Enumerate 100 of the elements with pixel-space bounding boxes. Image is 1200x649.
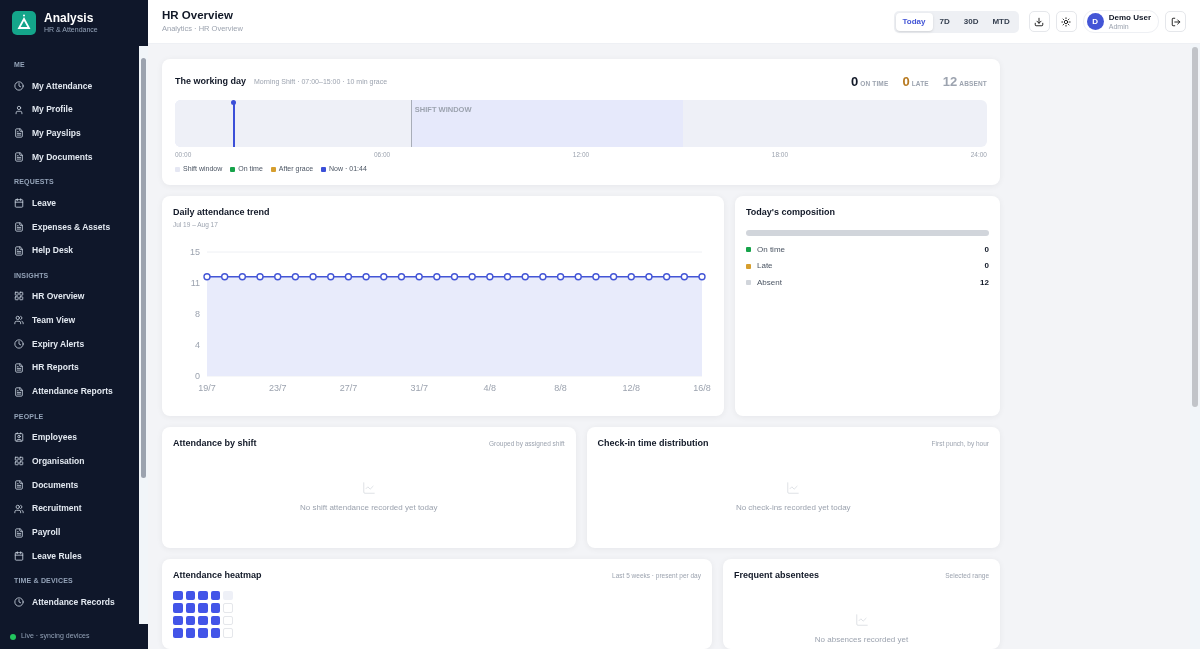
y-tick: 8 (195, 309, 200, 320)
heatmap-cell (185, 628, 195, 638)
nav-item[interactable]: Attendance Reports (0, 379, 139, 404)
data-point (309, 273, 317, 281)
nav-item[interactable]: HR Reports (0, 355, 139, 380)
data-point (521, 273, 529, 281)
data-point (221, 273, 229, 281)
user-icon (14, 104, 24, 115)
chart-icon (786, 480, 801, 495)
card-title: Attendance by shift (173, 437, 258, 450)
heatmap-cell (198, 603, 208, 613)
heatmap-cell (185, 590, 195, 600)
range-tab[interactable]: MTD (985, 12, 1017, 31)
x-tick: 31/7 (410, 383, 428, 394)
nav-item[interactable]: Team View (0, 308, 139, 333)
chart-icon (361, 480, 376, 495)
calendar-icon (14, 551, 24, 562)
heatmap-cell (210, 628, 220, 638)
data-point (344, 273, 353, 281)
nav-item[interactable]: Leave Rules (0, 544, 139, 569)
heatmap-cell (173, 590, 183, 600)
document-icon (14, 221, 24, 232)
card-title: Today's composition (746, 206, 836, 219)
document-icon (14, 362, 24, 373)
y-tick: 4 (195, 340, 200, 351)
data-point (680, 273, 689, 281)
nav-item[interactable]: Employees (0, 425, 139, 450)
document-icon (14, 128, 24, 139)
nav-item[interactable]: Documents (0, 473, 139, 497)
logo-icon (12, 11, 36, 35)
nav-item[interactable]: Attendance Records (0, 590, 139, 615)
nav-item[interactable]: Leave (0, 191, 139, 215)
data-point (609, 273, 618, 281)
users-icon (14, 503, 24, 514)
user-name: Demo User (1108, 12, 1151, 22)
brand-title: Analysis (44, 11, 95, 25)
x-tick: 4/8 (483, 383, 497, 394)
heatmap-cell (210, 603, 220, 613)
range-tab[interactable]: 30D (956, 12, 986, 31)
download-icon (1034, 16, 1045, 27)
x-tick: 27/7 (339, 383, 358, 394)
x-tick: 19/7 (198, 383, 216, 394)
clock-icon (14, 339, 24, 350)
nav-item[interactable]: Organisation (0, 449, 139, 474)
data-point (468, 273, 476, 281)
heatmap-cell (210, 590, 220, 600)
data-point (397, 273, 406, 281)
nav-item[interactable]: Help Desk (0, 238, 139, 263)
legend-count: 0 (984, 243, 989, 256)
stat-value: 0 (902, 73, 910, 91)
nav-item[interactable]: My Payslips (0, 121, 139, 146)
card-title: Check-in time distribution (597, 437, 710, 450)
heatmap-cell (198, 628, 208, 638)
download-button[interactable] (1028, 11, 1050, 32)
heatmap-cell (223, 615, 233, 625)
data-point (539, 273, 547, 281)
document-icon (14, 527, 24, 538)
calendar-icon (14, 198, 24, 209)
nav-item[interactable]: My Attendance (0, 74, 139, 98)
range-tab[interactable]: 7D (932, 12, 957, 31)
card-title: Attendance heatmap (173, 569, 263, 582)
logout-button[interactable] (1165, 11, 1186, 32)
data-point (238, 273, 247, 281)
nav-item[interactable]: My Profile (0, 97, 139, 122)
nav-item[interactable]: Expiry Alerts (0, 332, 139, 356)
grid-icon (14, 291, 24, 302)
data-point (362, 273, 370, 281)
heatmap-cell (173, 615, 183, 625)
data-point (291, 273, 300, 281)
user-avatar: D (1086, 13, 1104, 30)
x-tick: 8/8 (554, 383, 567, 394)
nav-item[interactable]: Payroll (0, 520, 139, 545)
heatmap-cell (173, 628, 183, 638)
y-tick: 11 (190, 278, 200, 289)
stat-value: 0 (851, 73, 859, 91)
range-tab[interactable]: Today (895, 12, 933, 31)
x-tick: 23/7 (268, 383, 287, 394)
data-point (256, 273, 264, 281)
legend-count: 0 (984, 260, 989, 273)
theme-button[interactable] (1055, 11, 1077, 32)
clock-icon (14, 597, 24, 608)
scrollbar[interactable] (139, 46, 148, 624)
document-icon (14, 245, 24, 256)
stat-value: 12 (942, 73, 958, 91)
nav-item[interactable]: HR Overview (0, 284, 139, 309)
empty-message: No shift attendance recorded yet today (300, 501, 438, 514)
nav-item[interactable]: My Documents (0, 145, 139, 170)
document-icon (14, 386, 24, 397)
card-title: Daily attendance trend (173, 206, 271, 219)
legend-label: On time (757, 243, 786, 256)
y-tick: 0 (195, 371, 200, 382)
heatmap-cell (173, 603, 183, 613)
y-tick: 15 (190, 247, 200, 258)
empty-message: No absences recorded yet (814, 633, 909, 646)
heatmap-cell (185, 603, 195, 613)
nav-item[interactable]: Expenses & Assets (0, 215, 139, 239)
heatmap-cell (210, 615, 220, 625)
chart-icon (854, 612, 869, 627)
nav-item[interactable]: Recruitment (0, 496, 139, 521)
data-point (327, 273, 335, 281)
